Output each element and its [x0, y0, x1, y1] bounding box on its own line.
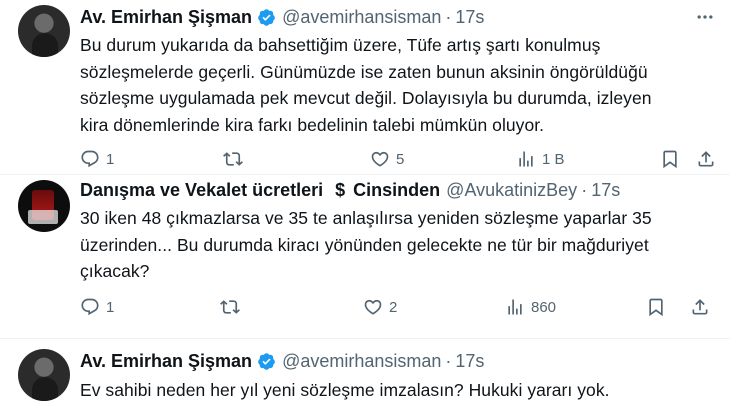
avatar[interactable] [18, 180, 70, 232]
like-count: 2 [389, 298, 398, 316]
author-name-suffix[interactable]: Cinsinden [353, 180, 440, 201]
tweet-header: Av. Emirhan Şişman @avemirhansisman · 17… [80, 349, 484, 373]
avatar[interactable] [18, 5, 70, 57]
tweet-1[interactable]: Av. Emirhan Şişman @avemirhansisman · 17… [0, 0, 730, 180]
author-handle[interactable]: @avemirhansisman [282, 7, 441, 28]
more-button[interactable] [694, 6, 716, 28]
views-button[interactable]: 860 [505, 297, 556, 317]
bookmark-button[interactable] [646, 297, 666, 317]
like-icon [371, 151, 389, 167]
views-icon [508, 299, 522, 315]
tweet-text-line: Ev sahibi neden her yıl yeni sözleşme im… [80, 380, 610, 400]
like-icon [364, 299, 382, 315]
timestamp[interactable]: 17s [455, 7, 484, 28]
separator-dot: · [445, 350, 452, 371]
like-button[interactable]: 5 [370, 149, 404, 169]
repost-icon [223, 152, 243, 166]
author-handle[interactable]: @avemirhansisman [282, 351, 441, 372]
action-bar: 1 5 1 B [80, 149, 720, 173]
verified-icon [258, 8, 275, 26]
separator-dot: · [445, 6, 452, 27]
tweet-header: Danışma ve Vekalet ücretleri $ Cinsinden… [80, 178, 620, 202]
tweet-text-line: sözleşme uygulamada pek mevcut değil. Do… [80, 88, 652, 108]
like-button[interactable]: 2 [363, 297, 397, 317]
tweet-text: Ev sahibi neden her yıl yeni sözleşme im… [80, 377, 720, 404]
reply-button[interactable]: 1 [80, 297, 114, 317]
reply-button[interactable]: 1 [80, 149, 114, 169]
tweet-3[interactable]: Av. Emirhan Şişman @avemirhansisman · 17… [0, 339, 730, 420]
avatar[interactable] [18, 349, 70, 401]
repost-icon [220, 300, 240, 314]
separator-dot: · [581, 179, 588, 200]
views-count: 1 B [542, 150, 565, 168]
author-name[interactable]: Danışma ve Vekalet ücretleri [80, 180, 323, 201]
repost-button[interactable] [220, 297, 240, 317]
author-name[interactable]: Av. Emirhan Şişman [80, 351, 252, 372]
share-icon [692, 299, 708, 315]
views-count: 860 [531, 298, 557, 316]
reply-icon [81, 150, 99, 168]
reply-icon [81, 298, 99, 316]
repost-button[interactable] [223, 149, 243, 169]
bookmark-button[interactable] [660, 149, 680, 169]
verified-icon [258, 352, 275, 370]
tweet-text: 30 iken 48 çıkmazlarsa ve 35 te anlaşılı… [80, 205, 720, 285]
reply-count: 1 [106, 298, 115, 316]
tweet-text-line: 30 iken 48 çıkmazlarsa ve 35 te anlaşılı… [80, 208, 652, 228]
share-button[interactable] [690, 297, 710, 317]
dollar-symbol: $ [335, 179, 346, 200]
timestamp[interactable]: 17s [455, 351, 484, 372]
tweet-text-line: üzerinden... Bu durumda kiracı yönünden … [80, 234, 649, 255]
tweet-header: Av. Emirhan Şişman @avemirhansisman · 17… [80, 5, 484, 29]
tweet-text: Bu durum yukarıda da bahsettiğim üzere, … [80, 32, 720, 138]
tweet-text-line: sözleşmelerde geçerli. Günümüzde ise zat… [80, 61, 648, 82]
tweet-text-line: kira dönemlerinde kira farkı bedelinin t… [80, 114, 545, 135]
timestamp[interactable]: 17s [591, 180, 620, 201]
author-name[interactable]: Av. Emirhan Şişman [80, 7, 252, 28]
author-handle[interactable]: @AvukatinizBey [446, 180, 577, 201]
views-button[interactable]: 1 B [516, 149, 565, 169]
tweet-text-line: çıkacak? [80, 261, 150, 281]
bookmark-icon [649, 298, 663, 317]
share-icon [698, 151, 714, 167]
views-icon [519, 151, 533, 167]
tweet-2[interactable]: Danışma ve Vekalet ücretleri $ Cinsinden… [0, 175, 730, 338]
like-count: 5 [396, 150, 405, 168]
more-icon [697, 15, 713, 19]
reply-count: 1 [106, 150, 115, 168]
action-bar: 1 2 860 [80, 297, 720, 321]
share-button[interactable] [696, 149, 716, 169]
bookmark-icon [663, 150, 677, 169]
tweet-text-line: Bu durum yukarıda da bahsettiğim üzere, … [80, 35, 601, 55]
